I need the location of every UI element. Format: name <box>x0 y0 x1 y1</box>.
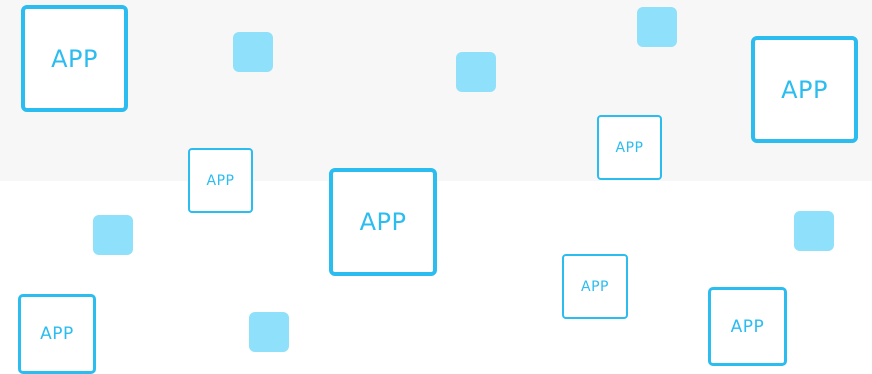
decorative-square <box>93 215 133 255</box>
app-tile-label: APP <box>206 172 235 189</box>
app-tile[interactable]: APP <box>21 5 128 112</box>
app-tile[interactable]: APP <box>329 168 437 276</box>
app-tile[interactable]: APP <box>708 287 787 366</box>
decorative-square <box>456 52 496 92</box>
app-tile-label: APP <box>51 44 98 73</box>
app-tile-label: APP <box>581 278 609 295</box>
decorative-square <box>249 312 289 352</box>
app-tile[interactable]: APP <box>188 148 253 213</box>
app-tile[interactable]: APP <box>751 36 858 143</box>
decorative-square <box>637 7 677 47</box>
decorative-square <box>794 211 834 251</box>
decorative-square <box>233 32 273 72</box>
app-tile-label: APP <box>730 316 765 337</box>
app-tile-label: APP <box>359 208 407 236</box>
app-tile[interactable]: APP <box>562 254 628 319</box>
app-tile[interactable]: APP <box>18 294 96 374</box>
app-tile-label: APP <box>781 75 828 104</box>
app-tile-label: APP <box>615 139 644 156</box>
app-tile-label: APP <box>40 324 74 344</box>
top-background-band <box>0 0 872 181</box>
app-tile[interactable]: APP <box>597 115 662 180</box>
